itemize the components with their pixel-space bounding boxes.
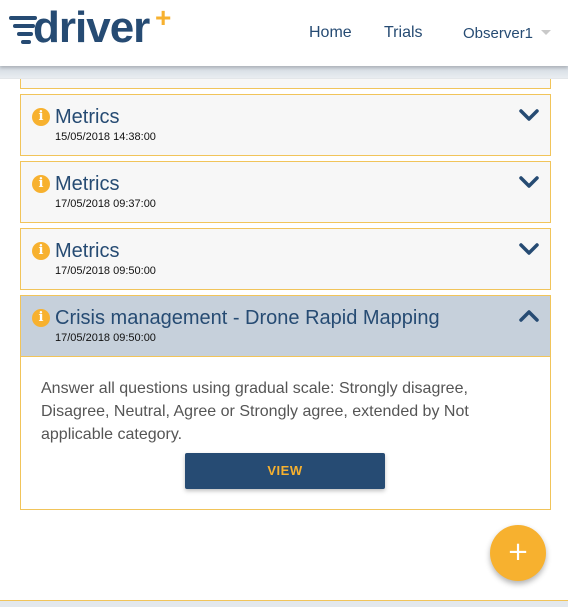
card-date: 17/05/2018 09:37:00 [55,198,156,210]
info-icon: i [32,175,50,193]
info-icon: i [32,242,50,260]
top-navbar: driver + Home Trials Observer1 [0,0,568,66]
logo-plus: + [155,2,172,33]
card-date: 17/05/2018 09:50:00 [55,332,156,344]
questionnaire-card-expanded: i Crisis management - Drone Rapid Mappin… [20,295,551,510]
header-shadow-stripe [0,66,568,79]
info-icon: i [32,309,50,327]
chevron-down-icon[interactable] [519,175,539,189]
driver-logo[interactable]: driver + [7,2,187,52]
nav-home-link[interactable]: Home [309,24,352,42]
questionnaire-card: i Metrics 17/05/2018 09:50:00 [20,228,551,290]
card-title: Metrics [55,173,120,195]
questionnaire-card: i Metrics 17/05/2018 09:37:00 [20,161,551,223]
partial-card [20,79,551,89]
chevron-up-icon[interactable] [519,309,539,323]
card-header[interactable]: i Metrics 17/05/2018 09:50:00 [21,229,550,289]
card-title: Metrics [55,240,120,262]
card-header[interactable]: i Metrics 15/05/2018 14:38:00 [21,95,550,155]
card-body: Answer all questions using gradual scale… [21,357,550,509]
caret-down-icon[interactable] [541,30,551,35]
card-title: Crisis management - Drone Rapid Mapping [55,307,440,329]
user-menu[interactable]: Observer1 [463,25,533,43]
add-button[interactable]: + [490,525,546,581]
logo-wordmark: driver [33,3,150,52]
bottom-bar [0,600,568,607]
card-date: 17/05/2018 09:50:00 [55,265,156,277]
chevron-down-icon[interactable] [519,108,539,122]
questionnaire-list: i Metrics 15/05/2018 14:38:00 i Metrics … [0,79,568,601]
chevron-down-icon[interactable] [519,242,539,256]
card-date: 15/05/2018 14:38:00 [55,131,156,143]
card-header[interactable]: i Crisis management - Drone Rapid Mappin… [21,296,550,357]
view-button[interactable]: VIEW [185,453,385,489]
card-description: Answer all questions using gradual scale… [41,380,469,443]
info-icon: i [32,108,50,126]
card-title: Metrics [55,106,120,128]
questionnaire-card: i Metrics 15/05/2018 14:38:00 [20,94,551,156]
card-header[interactable]: i Metrics 17/05/2018 09:37:00 [21,162,550,222]
nav-trials-link[interactable]: Trials [384,24,423,42]
plus-icon: + [507,537,529,567]
